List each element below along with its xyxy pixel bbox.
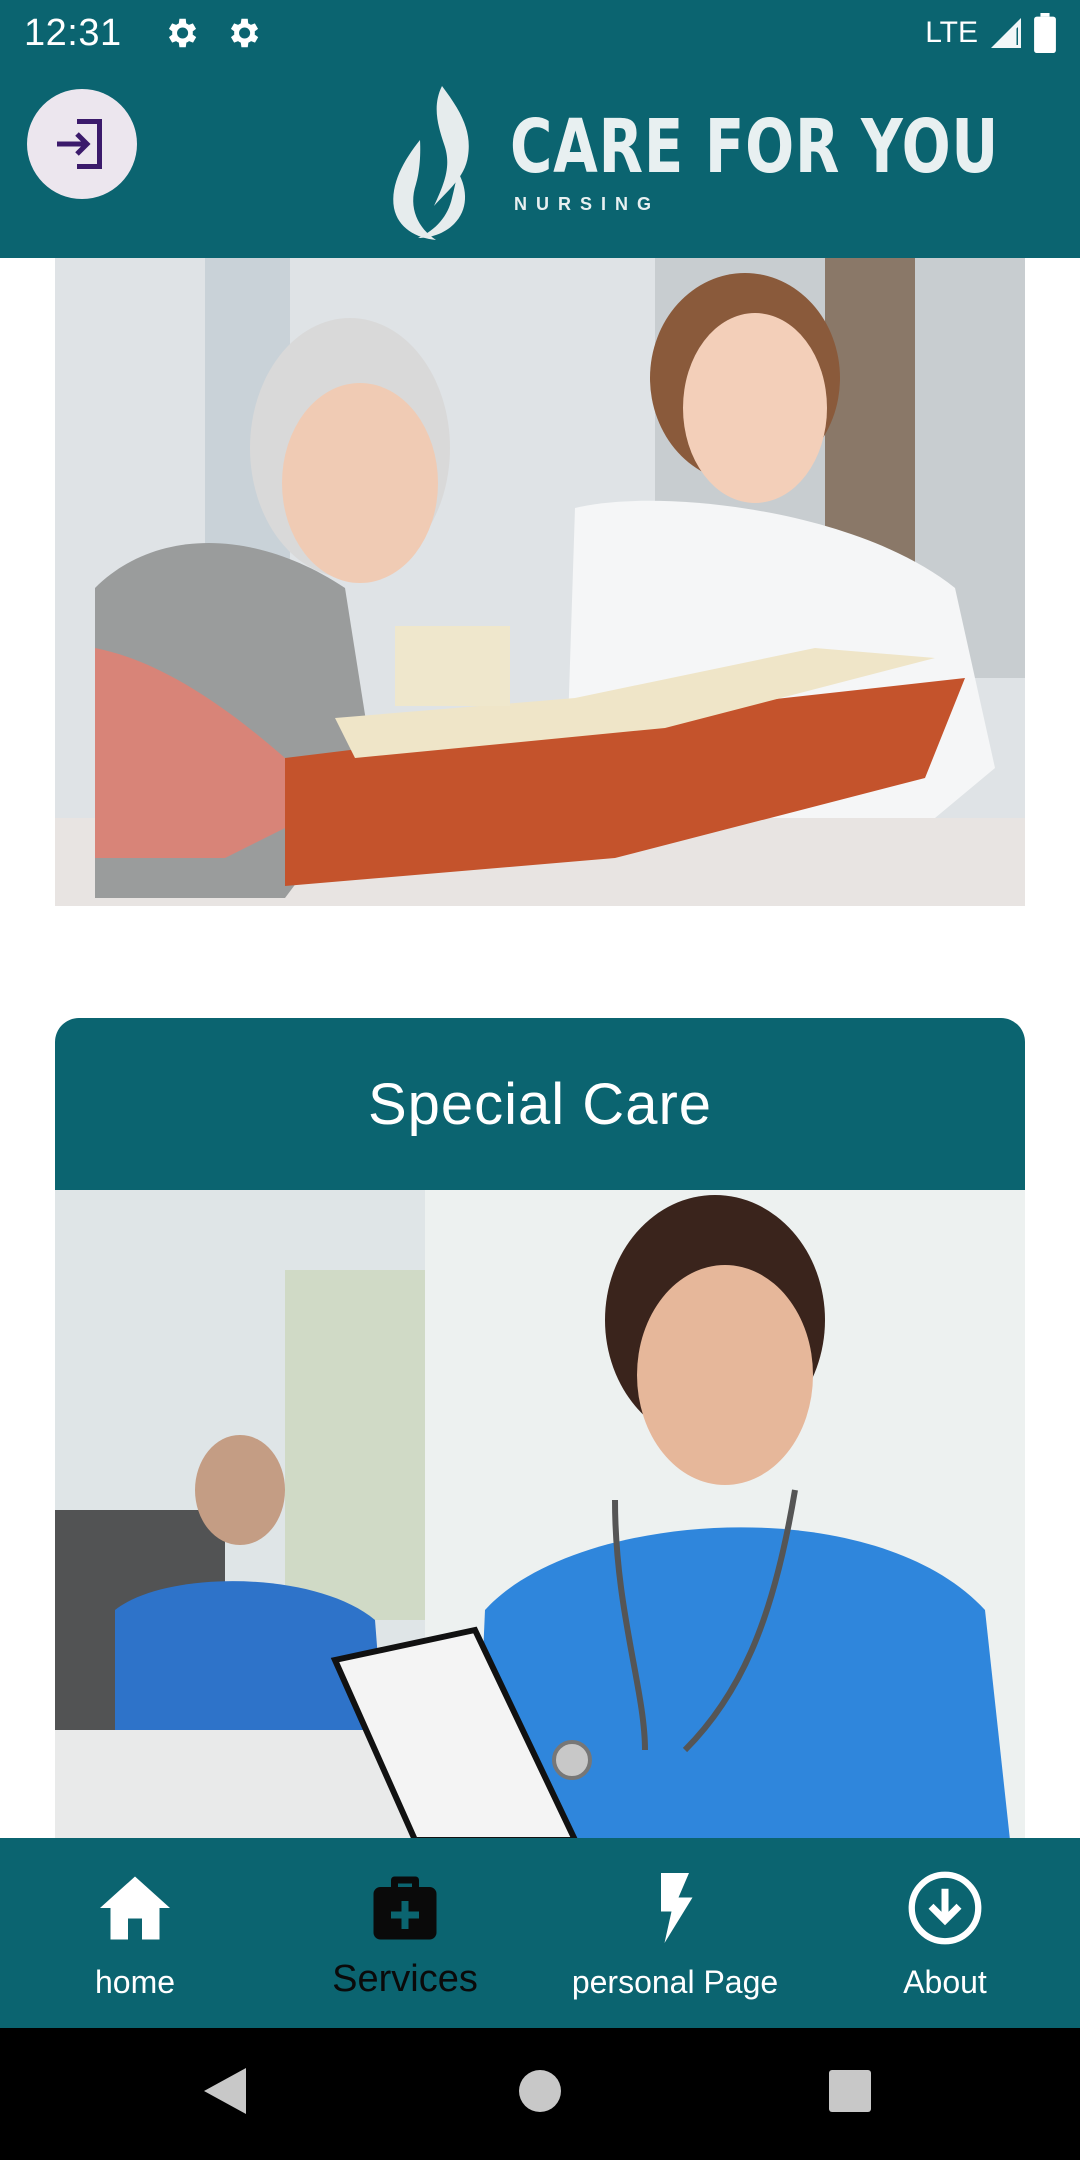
status-bar: 12:31 LTE [0, 0, 1080, 66]
app-bar: CARE FOR YOU NURSING [0, 66, 1080, 258]
nav-label-services: Services [332, 1957, 478, 2000]
elderly-care-photo [55, 258, 1025, 906]
content-scroll[interactable]: Special Care [0, 258, 1080, 1838]
nav-item-about[interactable]: About [810, 1838, 1080, 2028]
flame-logo-icon [393, 86, 469, 240]
back-icon[interactable] [202, 2066, 248, 2116]
nav-item-home[interactable]: home [0, 1838, 270, 2028]
nav-label-home: home [94, 1963, 176, 2000]
nav-item-personal-page[interactable]: personal Page [540, 1838, 810, 2028]
login-button[interactable] [27, 89, 137, 199]
special-care-card[interactable]: Special Care [55, 1018, 1025, 1838]
home-icon [100, 1876, 170, 1939]
system-navigation-bar [0, 2028, 1080, 2160]
recents-icon[interactable] [828, 2066, 872, 2116]
gear-icon [230, 18, 258, 48]
card-title: Special Care [367, 1071, 713, 1137]
logo-subtitle: NURSING [514, 193, 661, 214]
network-type: LTE [925, 16, 978, 49]
bottom-navigation: home Services personal Page About [0, 1838, 1080, 2028]
battery-icon [1034, 13, 1056, 53]
card-header: Special Care [55, 1018, 1025, 1190]
download-circle-icon [908, 1871, 982, 1944]
logo-text: CARE FOR YOU NURSING [510, 110, 1080, 215]
gear-icon [168, 18, 196, 48]
medical-bag-icon [373, 1876, 437, 1939]
signal-icon [991, 18, 1021, 48]
nav-label-about: About [903, 1963, 987, 2000]
nurse-photo [55, 1190, 1025, 1838]
logo-title: CARE FOR YOU [510, 103, 1000, 190]
nav-item-services[interactable]: Services [270, 1838, 540, 2028]
nav-label-personal-page: personal Page [571, 1963, 779, 2000]
status-time: 12:31 [24, 11, 122, 54]
home-circle-icon[interactable] [518, 2066, 562, 2116]
lightning-icon [661, 1872, 693, 1943]
login-icon [57, 119, 102, 169]
status-right-group: LTE [925, 13, 1056, 53]
app-logo: CARE FOR YOU NURSING [380, 66, 1080, 258]
